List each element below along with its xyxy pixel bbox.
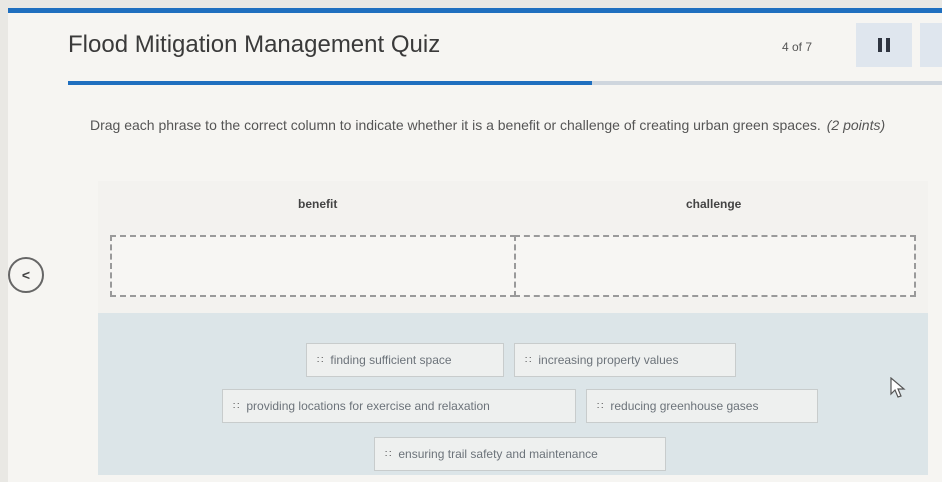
phrase-chip[interactable]: ∷ reducing greenhouse gases xyxy=(586,389,818,423)
phrase-text: finding sufficient space xyxy=(330,353,452,367)
phrase-text: ensuring trail safety and maintenance xyxy=(398,447,598,461)
phrase-chip[interactable]: ∷ finding sufficient space xyxy=(306,343,504,377)
quiz-title: Flood Mitigation Management Quiz xyxy=(68,31,441,58)
sorting-columns: benefit challenge xyxy=(98,181,928,313)
phrase-text: providing locations for exercise and rel… xyxy=(246,399,490,413)
drag-handle-icon: ∷ xyxy=(233,400,239,412)
drag-handle-icon: ∷ xyxy=(385,448,391,460)
pause-button[interactable] xyxy=(856,23,912,67)
phrase-chip[interactable]: ∷ increasing property values xyxy=(514,343,736,377)
quiz-header: Flood Mitigation Management Quiz 4 of 7 xyxy=(8,13,942,77)
drop-zone-challenge[interactable] xyxy=(514,235,916,297)
phrase-text: reducing greenhouse gases xyxy=(610,399,759,413)
phrase-chip[interactable]: ∷ ensuring trail safety and maintenance xyxy=(374,437,666,471)
drag-handle-icon: ∷ xyxy=(317,354,323,366)
phrase-text: increasing property values xyxy=(538,353,679,367)
points-label: (2 points) xyxy=(826,117,886,133)
column-label-benefit: benefit xyxy=(298,197,338,211)
quiz-screen: Flood Mitigation Management Quiz 4 of 7 … xyxy=(8,8,942,482)
instructions-text: Drag each phrase to the correct column t… xyxy=(90,117,821,133)
drop-zone-benefit[interactable] xyxy=(110,235,516,297)
phrase-bank: ∷ finding sufficient space ∷ increasing … xyxy=(98,313,928,475)
drag-handle-icon: ∷ xyxy=(597,400,603,412)
question-counter: 4 of 7 xyxy=(782,40,813,54)
pause-icon xyxy=(878,38,890,52)
phrase-chip[interactable]: ∷ providing locations for exercise and r… xyxy=(222,389,576,423)
column-label-challenge: challenge xyxy=(686,197,742,211)
progress-bar xyxy=(68,81,942,85)
question-instructions: Drag each phrase to the correct column t… xyxy=(90,113,930,137)
mouse-pointer-icon xyxy=(890,377,906,398)
progress-fill xyxy=(68,81,593,85)
drag-handle-icon: ∷ xyxy=(525,354,531,366)
back-button[interactable]: < xyxy=(8,257,44,293)
chevron-left-icon: < xyxy=(21,267,31,283)
side-panel-tab[interactable] xyxy=(920,23,942,67)
